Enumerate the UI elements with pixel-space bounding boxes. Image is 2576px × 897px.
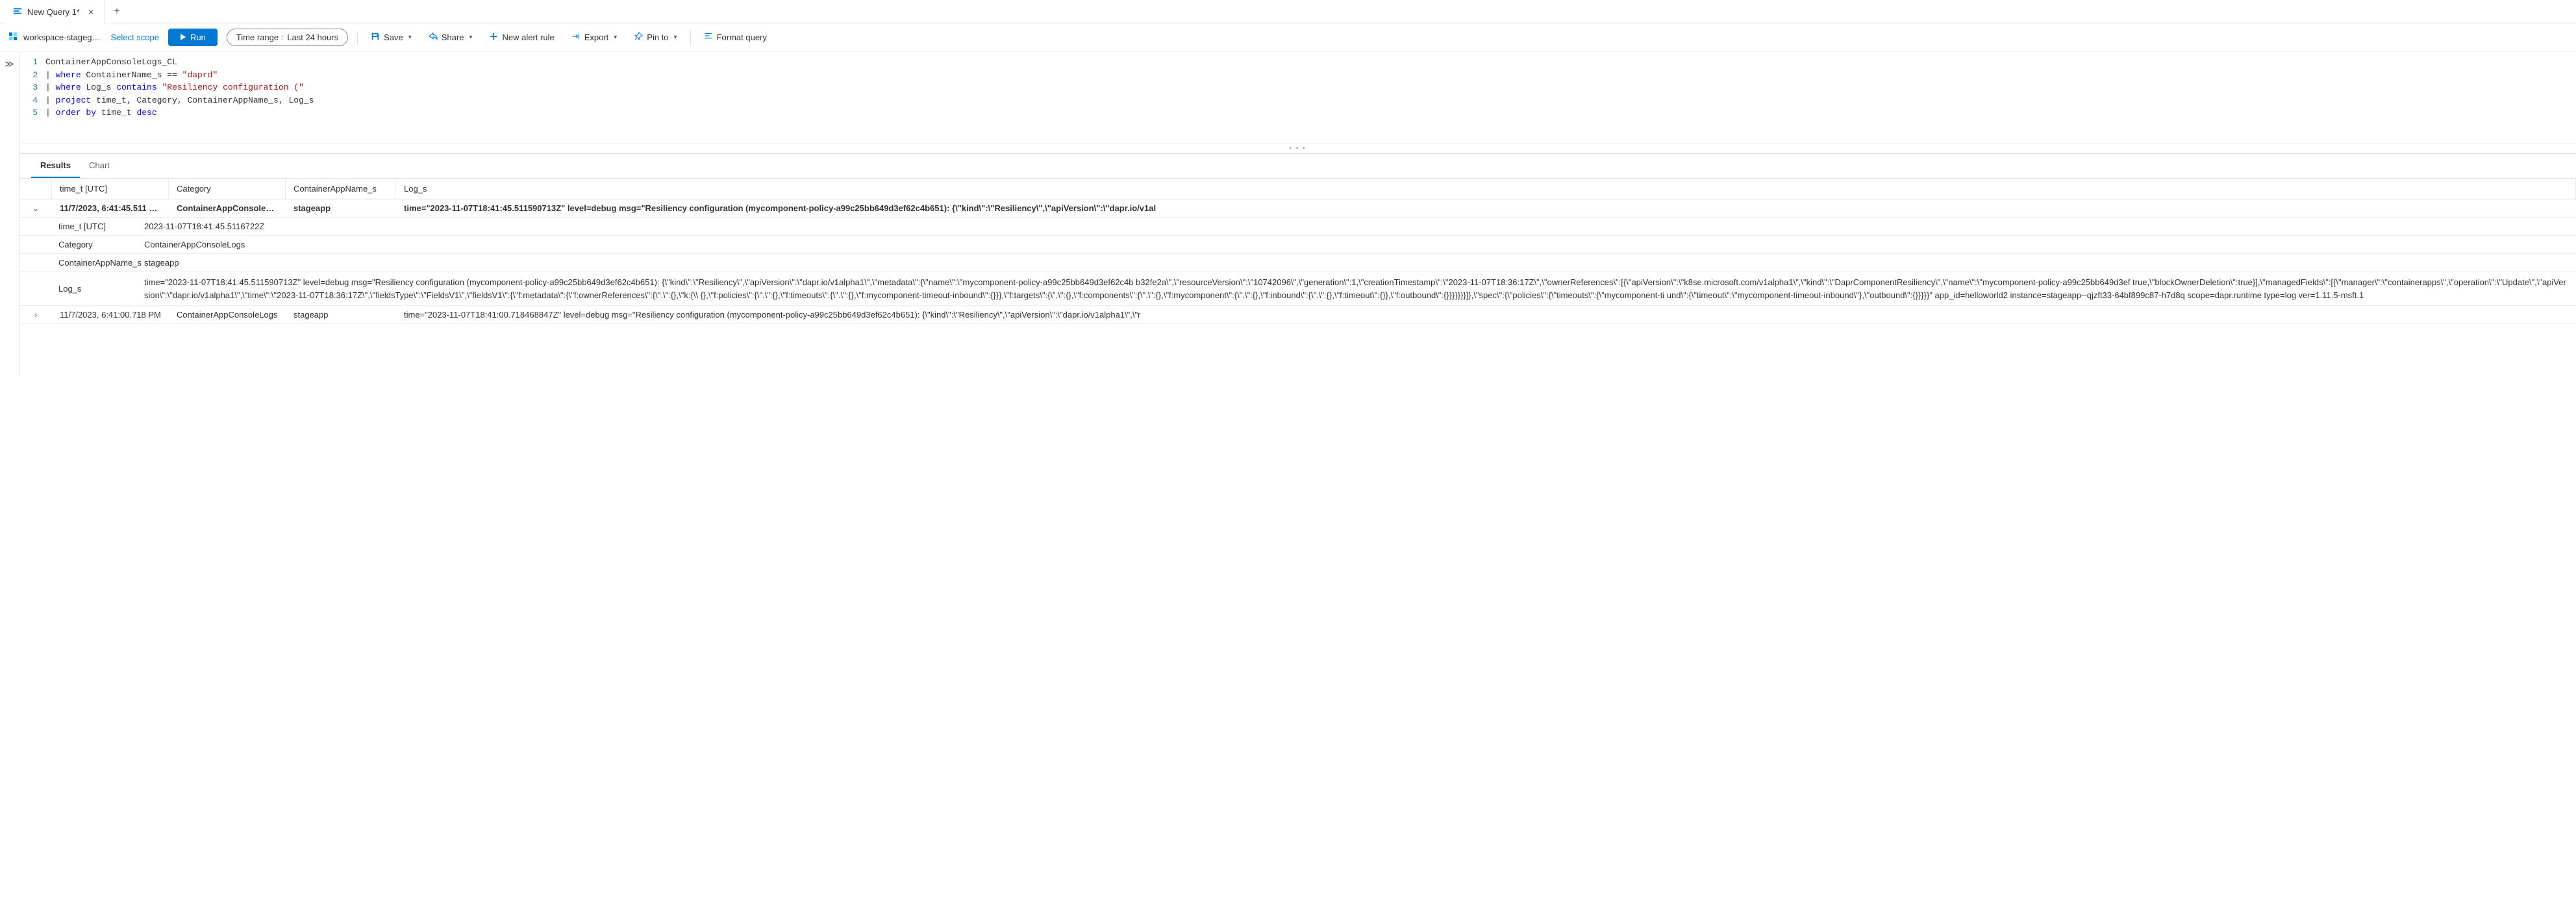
main-area: ≫ 1ContainerAppConsoleLogs_CL2| where Co… bbox=[0, 52, 2576, 377]
toolbar-separator bbox=[357, 31, 358, 45]
cell-log: time="2023-11-07T18:41:45.511590713Z" le… bbox=[396, 199, 2576, 217]
cell-category: ContainerAppConsoleLogs bbox=[169, 199, 286, 217]
format-label: Format query bbox=[717, 32, 767, 42]
run-button[interactable]: Run bbox=[168, 29, 218, 46]
export-label: Export bbox=[584, 32, 609, 42]
toolbar-separator bbox=[690, 31, 691, 45]
save-label: Save bbox=[384, 32, 403, 42]
line-number: 1 bbox=[19, 56, 45, 69]
run-label: Run bbox=[190, 32, 206, 42]
chevron-down-icon: ▾ bbox=[674, 34, 677, 41]
editor-results-container: 1ContainerAppConsoleLogs_CL2| where Cont… bbox=[19, 52, 2576, 377]
format-query-button[interactable]: Format query bbox=[700, 29, 771, 45]
line-code[interactable]: | where Log_s contains "Resiliency confi… bbox=[45, 81, 304, 94]
tab-results[interactable]: Results bbox=[31, 154, 80, 178]
line-code[interactable]: | order by time_t desc bbox=[45, 107, 157, 120]
cell-category: ContainerAppConsoleLogs bbox=[169, 306, 286, 323]
chevron-right-icon: ≫ bbox=[5, 58, 14, 69]
new-alert-label: New alert rule bbox=[502, 32, 554, 42]
cell-time: 11/7/2023, 6:41:00.718 PM bbox=[52, 306, 169, 323]
time-range-value: Last 24 hours bbox=[287, 32, 338, 42]
col-log[interactable]: Log_s bbox=[396, 179, 2576, 199]
workspace-scope: workspace-stageg… Select scope bbox=[8, 31, 159, 44]
line-code[interactable]: ContainerAppConsoleLogs_CL bbox=[45, 56, 177, 69]
splitter-handle[interactable]: • • • bbox=[19, 143, 2576, 154]
results-tabs: Results Chart bbox=[19, 154, 2576, 179]
detail-value: 2023-11-07T18:41:45.5116722Z bbox=[136, 218, 2576, 235]
cell-appname: stageapp bbox=[286, 306, 396, 323]
table-row[interactable]: ⌄11/7/2023, 6:41:45.511 …ContainerAppCon… bbox=[19, 199, 2576, 218]
detail-value: stageapp bbox=[136, 254, 2576, 272]
chevron-down-icon[interactable]: ⌄ bbox=[19, 203, 52, 214]
detail-row: Log_stime="2023-11-07T18:41:45.511590713… bbox=[19, 272, 2576, 306]
editor-line: 4| project time_t, Category, ContainerAp… bbox=[19, 94, 2576, 107]
time-range-picker[interactable]: Time range : Last 24 hours bbox=[227, 29, 348, 46]
play-icon bbox=[180, 32, 186, 42]
export-icon bbox=[571, 32, 581, 43]
save-button[interactable]: Save ▾ bbox=[367, 29, 416, 45]
new-alert-rule-button[interactable]: New alert rule bbox=[485, 29, 558, 45]
detail-key: time_t [UTC] bbox=[19, 218, 136, 235]
cell-time: 11/7/2023, 6:41:45.511 … bbox=[52, 199, 169, 217]
col-time[interactable]: time_t [UTC] bbox=[52, 179, 169, 199]
query-icon bbox=[13, 6, 22, 18]
plus-icon bbox=[489, 32, 498, 43]
collapse-panel-toggle[interactable]: ≫ bbox=[0, 52, 19, 377]
results-header-row: time_t [UTC] Category ContainerAppName_s… bbox=[19, 179, 2576, 199]
cell-appname: stageapp bbox=[286, 199, 396, 217]
pin-label: Pin to bbox=[647, 32, 668, 42]
detail-row: CategoryContainerAppConsoleLogs bbox=[19, 236, 2576, 254]
toolbar: workspace-stageg… Select scope Run Time … bbox=[0, 23, 2576, 52]
time-range-label: Time range : bbox=[236, 32, 284, 42]
editor-line: 2| where ContainerName_s == "daprd" bbox=[19, 69, 2576, 82]
save-icon bbox=[371, 32, 380, 43]
format-icon bbox=[704, 32, 713, 43]
pin-icon bbox=[634, 32, 643, 43]
detail-value: ContainerAppConsoleLogs bbox=[136, 236, 2576, 253]
workspace-name: workspace-stageg… bbox=[23, 32, 101, 42]
chevron-down-icon: ▾ bbox=[408, 34, 412, 41]
line-number: 4 bbox=[19, 94, 45, 107]
detail-row: time_t [UTC]2023-11-07T18:41:45.5116722Z bbox=[19, 218, 2576, 236]
results-table: time_t [UTC] Category ContainerAppName_s… bbox=[19, 179, 2576, 324]
detail-key: Log_s bbox=[19, 280, 136, 297]
detail-row: ContainerAppName_sstageapp bbox=[19, 254, 2576, 272]
editor-line: 3| where Log_s contains "Resiliency conf… bbox=[19, 81, 2576, 94]
query-tab-active[interactable]: New Query 1* ✕ bbox=[5, 0, 105, 23]
plus-icon: + bbox=[114, 6, 119, 18]
add-tab-button[interactable]: + bbox=[105, 6, 129, 18]
close-icon[interactable]: ✕ bbox=[85, 8, 97, 17]
query-tab-label: New Query 1* bbox=[27, 7, 80, 17]
chevron-down-icon: ▾ bbox=[469, 34, 472, 41]
query-editor[interactable]: 1ContainerAppConsoleLogs_CL2| where Cont… bbox=[19, 52, 2576, 143]
share-icon bbox=[429, 32, 438, 43]
query-tabs-bar: New Query 1* ✕ + bbox=[0, 0, 2576, 23]
detail-value: time="2023-11-07T18:41:45.511590713Z" le… bbox=[136, 272, 2576, 305]
cell-log: time="2023-11-07T18:41:00.718468847Z" le… bbox=[396, 306, 2576, 323]
workspace-icon bbox=[8, 31, 18, 44]
pin-button[interactable]: Pin to ▾ bbox=[630, 29, 681, 45]
share-button[interactable]: Share ▾ bbox=[425, 29, 477, 45]
detail-key: ContainerAppName_s bbox=[19, 254, 136, 272]
detail-key: Category bbox=[19, 236, 136, 253]
export-button[interactable]: Export ▾ bbox=[568, 29, 621, 45]
line-code[interactable]: | project time_t, Category, ContainerApp… bbox=[45, 94, 314, 107]
col-expand bbox=[19, 179, 52, 199]
col-appname[interactable]: ContainerAppName_s bbox=[286, 179, 396, 199]
select-scope-link[interactable]: Select scope bbox=[111, 32, 159, 42]
line-number: 3 bbox=[19, 81, 45, 94]
chevron-right-icon[interactable]: › bbox=[19, 310, 52, 320]
table-row[interactable]: ›11/7/2023, 6:41:00.718 PMContainerAppCo… bbox=[19, 306, 2576, 324]
editor-line: 5| order by time_t desc bbox=[19, 107, 2576, 120]
line-code[interactable]: | where ContainerName_s == "daprd" bbox=[45, 69, 218, 82]
chevron-down-icon: ▾ bbox=[614, 34, 617, 41]
editor-line: 1ContainerAppConsoleLogs_CL bbox=[19, 56, 2576, 69]
line-number: 5 bbox=[19, 107, 45, 120]
tab-chart[interactable]: Chart bbox=[80, 154, 119, 178]
col-category[interactable]: Category bbox=[169, 179, 286, 199]
line-number: 2 bbox=[19, 69, 45, 82]
share-label: Share bbox=[442, 32, 464, 42]
